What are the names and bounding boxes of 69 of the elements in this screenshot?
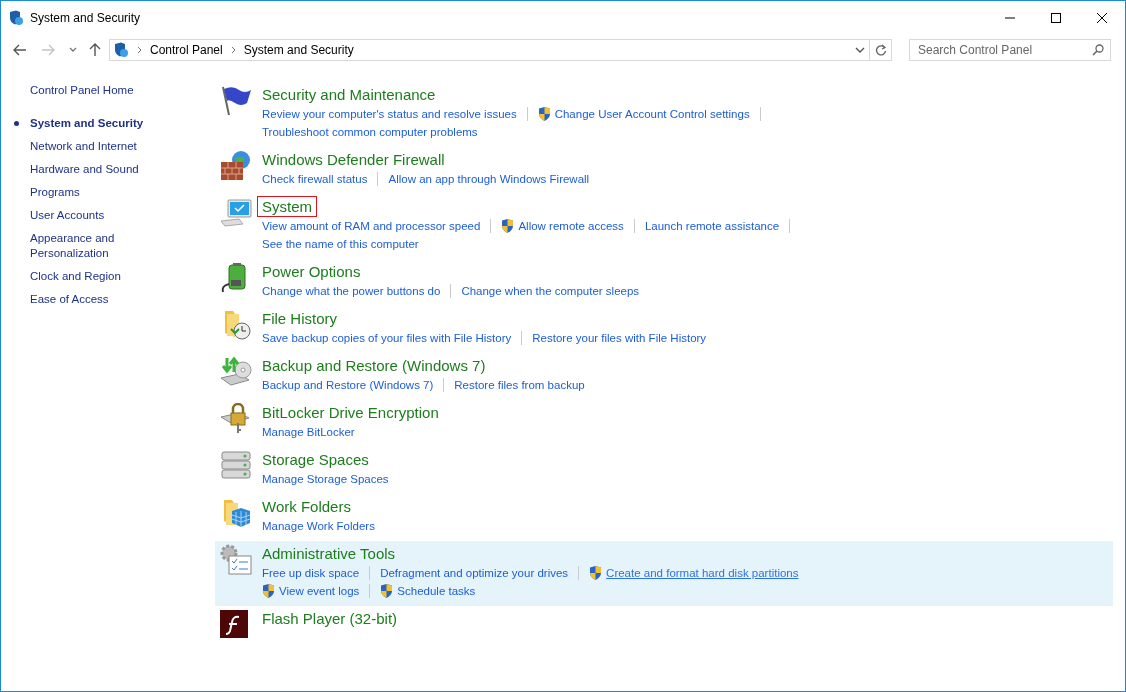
task-link[interactable]: Allow remote access	[518, 220, 624, 232]
back-arrow-icon[interactable]	[13, 44, 27, 56]
backup-drive-icon	[219, 356, 253, 388]
brick-wall-globe-icon	[219, 150, 253, 182]
refresh-icon	[874, 44, 887, 56]
task-link[interactable]: Free up disk space	[262, 567, 360, 579]
category-link[interactable]: Administrative Tools	[260, 543, 398, 564]
stacked-drives-icon	[219, 450, 253, 482]
task-link[interactable]: Restore your files with File History	[532, 332, 707, 344]
sidebar-link[interactable]: Appearance and Personalization	[30, 231, 155, 261]
sidebar-link[interactable]: Programs	[30, 185, 155, 200]
up-arrow-icon[interactable]	[89, 43, 101, 57]
refresh-button[interactable]	[870, 39, 892, 61]
sidebar-link[interactable]: User Accounts	[30, 208, 155, 223]
task-link[interactable]: Save backup copies of your files with File History	[262, 332, 512, 344]
task-link[interactable]: Schedule tasks	[397, 585, 476, 597]
chevron-down-icon[interactable]	[69, 47, 77, 53]
task-link[interactable]: View event logs	[279, 585, 360, 597]
task-link[interactable]: Restore files from backup	[454, 379, 585, 391]
search-field[interactable]: Search Control Panel	[909, 39, 1111, 61]
category-link[interactable]: Windows Defender Firewall	[260, 149, 447, 170]
flash-logo-icon	[219, 609, 249, 639]
category-link[interactable]: Flash Player (32-bit)	[260, 608, 400, 629]
category-link[interactable]: File History	[260, 308, 339, 329]
breadcrumb[interactable]: System and Security	[243, 43, 354, 57]
chevron-down-icon[interactable]	[855, 47, 865, 53]
category-link[interactable]: BitLocker Drive Encryption	[260, 402, 441, 423]
close-icon	[1097, 13, 1107, 23]
task-link[interactable]: Allow an app through Windows Firewall	[388, 173, 590, 185]
task-link[interactable]: Check firewall status	[262, 173, 368, 185]
task-link[interactable]: Manage Storage Spaces	[262, 473, 389, 485]
category-link[interactable]: System	[257, 196, 317, 217]
maximize-icon	[1051, 13, 1061, 23]
category-link[interactable]: Security and Maintenance	[260, 84, 438, 105]
shield-icon	[113, 42, 129, 58]
task-link[interactable]: View amount of RAM and processor speed	[262, 220, 481, 232]
sidebar-link[interactable]: Clock and Region	[30, 269, 155, 284]
task-link[interactable]: Manage BitLocker	[262, 426, 355, 438]
task-link[interactable]: Launch remote assistance	[644, 220, 780, 232]
task-link[interactable]: Change when the computer sleeps	[461, 285, 640, 297]
task-link[interactable]: Backup and Restore (Windows 7)	[262, 379, 434, 391]
task-link[interactable]: See the name of this computer	[262, 238, 419, 250]
task-link[interactable]: Change what the power buttons do	[262, 285, 441, 297]
category-link[interactable]: Storage Spaces	[260, 449, 371, 470]
sidebar-link[interactable]: Control Panel Home	[30, 83, 155, 98]
task-link[interactable]: Manage Work Folders	[262, 520, 375, 532]
task-link[interactable]: Create and format hard disk partitions	[606, 567, 799, 579]
category-link[interactable]: Power Options	[260, 261, 363, 282]
task-link[interactable]: Review your computer's status and resolve issues	[262, 108, 517, 120]
flag-icon	[219, 85, 253, 117]
sidebar-link[interactable]: System and Security	[30, 116, 155, 131]
chevron-right-icon	[137, 46, 142, 54]
gear-checklist-icon	[219, 544, 253, 576]
window-title: System and Security	[30, 11, 141, 25]
sidebar-link[interactable]: Ease of Access	[30, 292, 155, 307]
task-link[interactable]: Troubleshoot common computer problems	[262, 126, 478, 138]
chevron-right-icon	[230, 46, 236, 54]
search-icon	[1092, 44, 1104, 56]
category-link[interactable]: Work Folders	[260, 496, 353, 517]
task-link[interactable]: Defragment and optimize your drives	[380, 567, 569, 579]
sidebar-link[interactable]: Network and Internet	[30, 139, 155, 154]
address-bar[interactable]: Control Panel System and Security	[109, 39, 870, 61]
category-link[interactable]: Backup and Restore (Windows 7)	[260, 355, 488, 376]
breadcrumb[interactable]: Control Panel	[150, 43, 223, 57]
bullet-icon	[14, 121, 19, 126]
computer-monitor-icon	[219, 197, 253, 229]
sidebar-link[interactable]: Hardware and Sound	[30, 162, 155, 177]
task-link[interactable]: Change User Account Control settings	[554, 108, 750, 120]
shield-icon	[8, 10, 24, 26]
